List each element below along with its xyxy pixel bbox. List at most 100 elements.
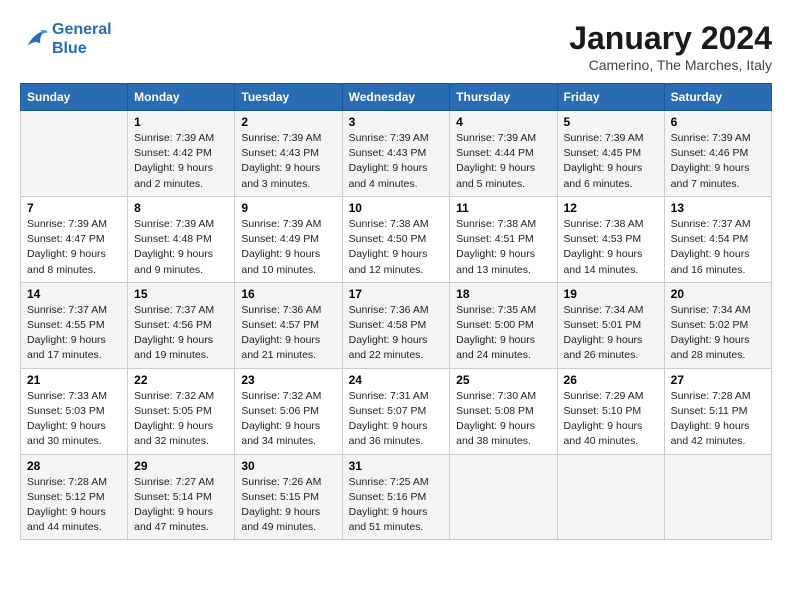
day-number: 20: [671, 287, 765, 301]
day-info: Sunrise: 7:36 AMSunset: 4:57 PMDaylight:…: [241, 303, 335, 364]
day-number: 14: [27, 287, 121, 301]
calendar-cell: 25 Sunrise: 7:30 AMSunset: 5:08 PMDayligh…: [450, 368, 557, 454]
calendar-cell: 21 Sunrise: 7:33 AMSunset: 5:03 PMDayligh…: [21, 368, 128, 454]
calendar-cell: 24 Sunrise: 7:31 AMSunset: 5:07 PMDayligh…: [342, 368, 450, 454]
day-number: 12: [564, 201, 658, 215]
day-info: Sunrise: 7:38 AMSunset: 4:51 PMDaylight:…: [456, 217, 550, 278]
weekday-header-saturday: Saturday: [664, 84, 771, 111]
day-number: 9: [241, 201, 335, 215]
calendar-cell: 4Sunrise: 7:39 AMSunset: 4:44 PMDaylight…: [450, 111, 557, 197]
day-number: 19: [564, 287, 658, 301]
day-number: 27: [671, 373, 765, 387]
day-info: Sunrise: 7:37 AMSunset: 4:54 PMDaylight:…: [671, 217, 765, 278]
calendar-cell: 2 Sunrise: 7:39 AMSunset: 4:43 PMDaylight…: [235, 111, 342, 197]
day-number: 18: [456, 287, 550, 301]
day-number: 30: [241, 459, 335, 473]
calendar-cell: 28 Sunrise: 7:28 AMSunset: 5:12 PMDayligh…: [21, 454, 128, 540]
day-number: 25: [456, 373, 550, 387]
logo-text: General Blue: [52, 20, 112, 58]
day-info: Sunrise: 7:39 AMSunset: 4:43 PMDaylight:…: [349, 131, 444, 192]
day-info: Sunrise: 7:28 AMSunset: 5:12 PMDaylight:…: [27, 475, 121, 536]
day-info: Sunrise: 7:39 AMSunset: 4:43 PMDaylight:…: [241, 131, 335, 192]
day-number: 13: [671, 201, 765, 215]
calendar-cell: 31Sunrise: 7:25 AMSunset: 5:16 PMDayligh…: [342, 454, 450, 540]
day-info: Sunrise: 7:39 AMSunset: 4:47 PMDaylight:…: [27, 217, 121, 278]
day-number: 31: [349, 459, 444, 473]
day-info: Sunrise: 7:37 AMSunset: 4:55 PMDaylight:…: [27, 303, 121, 364]
week-row-2: 7 Sunrise: 7:39 AMSunset: 4:47 PMDaylight…: [21, 196, 772, 282]
calendar-cell: 11 Sunrise: 7:38 AMSunset: 4:51 PMDayligh…: [450, 196, 557, 282]
calendar-cell: 19 Sunrise: 7:34 AMSunset: 5:01 PMDayligh…: [557, 282, 664, 368]
day-info: Sunrise: 7:30 AMSunset: 5:08 PMDaylight:…: [456, 389, 550, 450]
month-title: January 2024: [569, 20, 772, 57]
calendar-cell: 16 Sunrise: 7:36 AMSunset: 4:57 PMDayligh…: [235, 282, 342, 368]
day-number: 23: [241, 373, 335, 387]
day-info: Sunrise: 7:28 AMSunset: 5:11 PMDaylight:…: [671, 389, 765, 450]
day-number: 11: [456, 201, 550, 215]
calendar-cell: [664, 454, 771, 540]
day-number: 10: [349, 201, 444, 215]
calendar-cell: 1Sunrise: 7:39 AMSunset: 4:42 PMDaylight…: [128, 111, 235, 197]
day-info: Sunrise: 7:31 AMSunset: 5:07 PMDaylight:…: [349, 389, 444, 450]
calendar-cell: 15Sunrise: 7:37 AMSunset: 4:56 PMDayligh…: [128, 282, 235, 368]
day-number: 21: [27, 373, 121, 387]
calendar-cell: 13 Sunrise: 7:37 AMSunset: 4:54 PMDayligh…: [664, 196, 771, 282]
calendar-cell: [21, 111, 128, 197]
calendar-cell: 9 Sunrise: 7:39 AMSunset: 4:49 PMDaylight…: [235, 196, 342, 282]
calendar-cell: 22 Sunrise: 7:32 AMSunset: 5:05 PMDayligh…: [128, 368, 235, 454]
logo-icon: [20, 25, 48, 53]
calendar-table: SundayMondayTuesdayWednesdayThursdayFrid…: [20, 83, 772, 540]
day-info: Sunrise: 7:39 AMSunset: 4:45 PMDaylight:…: [564, 131, 658, 192]
day-info: Sunrise: 7:32 AMSunset: 5:05 PMDaylight:…: [134, 389, 228, 450]
day-info: Sunrise: 7:39 AMSunset: 4:46 PMDaylight:…: [671, 131, 765, 192]
calendar-cell: 20 Sunrise: 7:34 AMSunset: 5:02 PMDayligh…: [664, 282, 771, 368]
calendar-cell: 27 Sunrise: 7:28 AMSunset: 5:11 PMDayligh…: [664, 368, 771, 454]
day-number: 22: [134, 373, 228, 387]
day-number: 2: [241, 115, 335, 129]
day-number: 6: [671, 115, 765, 129]
calendar-cell: 26Sunrise: 7:29 AMSunset: 5:10 PMDayligh…: [557, 368, 664, 454]
weekday-header-sunday: Sunday: [21, 84, 128, 111]
day-number: 1: [134, 115, 228, 129]
day-number: 8: [134, 201, 228, 215]
page-header: General Blue January 2024 Camerino, The …: [20, 20, 772, 73]
day-number: 16: [241, 287, 335, 301]
day-number: 29: [134, 459, 228, 473]
day-info: Sunrise: 7:35 AMSunset: 5:00 PMDaylight:…: [456, 303, 550, 364]
logo: General Blue: [20, 20, 112, 58]
week-row-5: 28 Sunrise: 7:28 AMSunset: 5:12 PMDayligh…: [21, 454, 772, 540]
calendar-cell: 29Sunrise: 7:27 AMSunset: 5:14 PMDayligh…: [128, 454, 235, 540]
weekday-header-monday: Monday: [128, 84, 235, 111]
title-block: January 2024 Camerino, The Marches, Ital…: [569, 20, 772, 73]
day-number: 17: [349, 287, 444, 301]
day-info: Sunrise: 7:34 AMSunset: 5:01 PMDaylight:…: [564, 303, 658, 364]
calendar-cell: 7 Sunrise: 7:39 AMSunset: 4:47 PMDaylight…: [21, 196, 128, 282]
calendar-cell: 14 Sunrise: 7:37 AMSunset: 4:55 PMDayligh…: [21, 282, 128, 368]
week-row-3: 14 Sunrise: 7:37 AMSunset: 4:55 PMDayligh…: [21, 282, 772, 368]
day-number: 5: [564, 115, 658, 129]
calendar-cell: 12Sunrise: 7:38 AMSunset: 4:53 PMDayligh…: [557, 196, 664, 282]
day-info: Sunrise: 7:36 AMSunset: 4:58 PMDaylight:…: [349, 303, 444, 364]
calendar-cell: 17 Sunrise: 7:36 AMSunset: 4:58 PMDayligh…: [342, 282, 450, 368]
calendar-cell: [557, 454, 664, 540]
calendar-cell: 23 Sunrise: 7:32 AMSunset: 5:06 PMDayligh…: [235, 368, 342, 454]
calendar-cell: 8Sunrise: 7:39 AMSunset: 4:48 PMDaylight…: [128, 196, 235, 282]
day-number: 4: [456, 115, 550, 129]
day-info: Sunrise: 7:34 AMSunset: 5:02 PMDaylight:…: [671, 303, 765, 364]
calendar-cell: 30Sunrise: 7:26 AMSunset: 5:15 PMDayligh…: [235, 454, 342, 540]
day-number: 28: [27, 459, 121, 473]
weekday-header-row: SundayMondayTuesdayWednesdayThursdayFrid…: [21, 84, 772, 111]
calendar-cell: 10Sunrise: 7:38 AMSunset: 4:50 PMDayligh…: [342, 196, 450, 282]
weekday-header-wednesday: Wednesday: [342, 84, 450, 111]
day-info: Sunrise: 7:37 AMSunset: 4:56 PMDaylight:…: [134, 303, 228, 364]
day-number: 3: [349, 115, 444, 129]
day-number: 24: [349, 373, 444, 387]
day-number: 7: [27, 201, 121, 215]
day-info: Sunrise: 7:33 AMSunset: 5:03 PMDaylight:…: [27, 389, 121, 450]
calendar-cell: 18 Sunrise: 7:35 AMSunset: 5:00 PMDayligh…: [450, 282, 557, 368]
day-info: Sunrise: 7:32 AMSunset: 5:06 PMDaylight:…: [241, 389, 335, 450]
location: Camerino, The Marches, Italy: [569, 57, 772, 73]
calendar-cell: [450, 454, 557, 540]
day-info: Sunrise: 7:39 AMSunset: 4:49 PMDaylight:…: [241, 217, 335, 278]
week-row-1: 1Sunrise: 7:39 AMSunset: 4:42 PMDaylight…: [21, 111, 772, 197]
